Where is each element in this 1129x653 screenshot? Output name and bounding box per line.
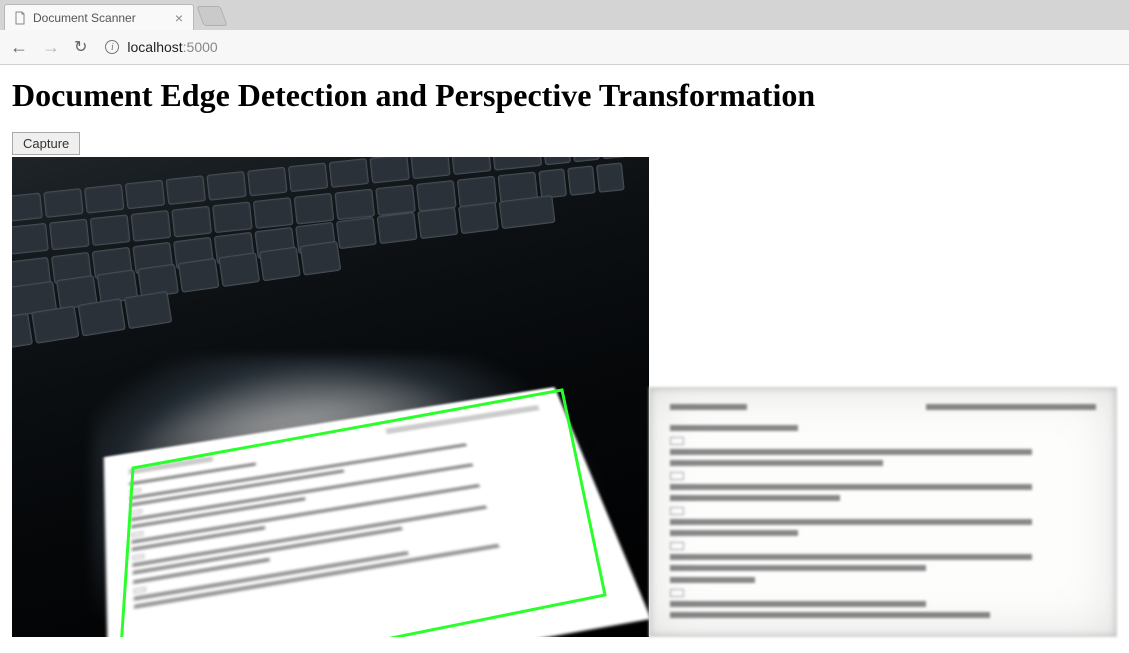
browser-tab[interactable]: Document Scanner × xyxy=(4,4,194,30)
tab-title: Document Scanner xyxy=(33,11,169,25)
url-port: :5000 xyxy=(183,39,218,55)
forward-button[interactable]: → xyxy=(42,38,60,56)
browser-toolbar: ← → ↻ i localhost:5000 xyxy=(0,30,1129,64)
close-tab-icon[interactable]: × xyxy=(175,11,183,25)
images-row xyxy=(12,157,1117,637)
address-bar[interactable]: i localhost:5000 xyxy=(101,39,1119,55)
page-heading: Document Edge Detection and Perspective … xyxy=(12,77,1117,114)
tab-bar: Document Scanner × xyxy=(0,0,1129,30)
browser-chrome: Document Scanner × ← → ↻ i localhost:500… xyxy=(0,0,1129,65)
reload-button[interactable]: ↻ xyxy=(74,37,87,57)
site-info-icon[interactable]: i xyxy=(105,40,119,54)
transformed-result xyxy=(649,387,1117,637)
back-button[interactable]: ← xyxy=(10,38,28,56)
page-icon xyxy=(13,11,27,25)
camera-preview xyxy=(12,157,649,637)
capture-button[interactable]: Capture xyxy=(12,132,80,155)
page-content: Document Edge Detection and Perspective … xyxy=(0,65,1129,649)
new-tab-button[interactable] xyxy=(196,6,227,26)
url-host: localhost xyxy=(127,39,182,55)
